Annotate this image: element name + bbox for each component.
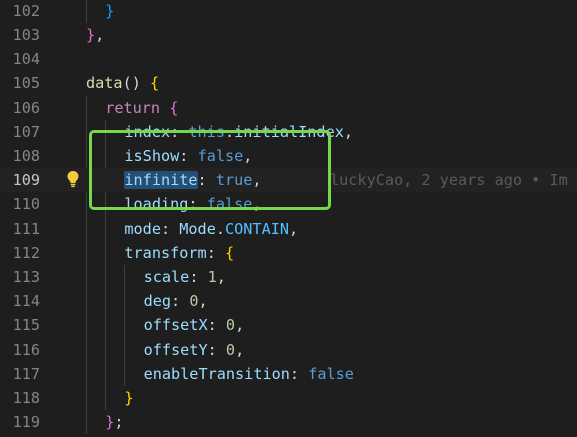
code-token: data <box>86 74 123 93</box>
line-number[interactable]: 106 <box>0 96 40 120</box>
line-number[interactable]: 102 <box>0 0 40 23</box>
code-token: return <box>105 98 161 117</box>
line-number[interactable]: 110 <box>0 192 40 216</box>
code-token: { <box>224 243 235 262</box>
code-line[interactable]: 102} <box>0 0 577 23</box>
line-number[interactable]: 118 <box>0 386 40 410</box>
code-token: : <box>207 340 226 359</box>
code-text[interactable]: deg: 0, <box>144 289 208 313</box>
code-token: , <box>343 122 354 141</box>
lightbulb-icon[interactable] <box>66 170 80 188</box>
line-number[interactable]: 112 <box>0 241 40 265</box>
code-token: : <box>171 292 190 311</box>
code-token: , <box>235 316 245 335</box>
code-token: . <box>215 219 225 238</box>
code-text[interactable]: data() { <box>86 71 159 95</box>
line-number[interactable]: 115 <box>0 313 40 337</box>
code-token: { <box>150 74 160 93</box>
line-number[interactable]: 107 <box>0 120 40 144</box>
code-text[interactable]: enableTransition: false <box>144 362 354 386</box>
code-line[interactable]: 112 transform: { <box>0 241 577 265</box>
code-text[interactable]: scale: 1, <box>144 265 226 289</box>
code-token: offsetY <box>143 340 208 359</box>
code-token: 0 <box>225 316 236 335</box>
code-token: 1 <box>207 268 217 286</box>
code-token: 0 <box>225 340 236 359</box>
line-number[interactable]: 119 <box>0 410 40 434</box>
line-number[interactable]: 117 <box>0 362 40 386</box>
line-number[interactable]: 105 <box>0 71 40 95</box>
code-token: } <box>86 26 96 44</box>
code-text[interactable]: offsetY: 0, <box>144 338 245 362</box>
code-token: : <box>289 364 309 383</box>
line-number[interactable]: 108 <box>0 144 40 168</box>
code-line[interactable]: 116 offsetY: 0, <box>0 338 577 362</box>
code-line[interactable]: 119}; <box>0 410 577 434</box>
code-token: , <box>235 340 245 359</box>
code-token: , <box>95 26 105 44</box>
code-line[interactable]: 111 mode: Mode.CONTAIN, <box>0 217 577 241</box>
code-line[interactable]: 118} <box>0 386 577 410</box>
code-line[interactable]: 114 deg: 0, <box>0 289 577 313</box>
code-line[interactable]: 113 scale: 1, <box>0 265 577 289</box>
code-token: () <box>122 74 151 93</box>
line-number[interactable]: 109 <box>0 168 40 192</box>
code-token: , <box>216 268 226 286</box>
line-number[interactable]: 111 <box>0 217 40 241</box>
line-number[interactable]: 116 <box>0 338 40 362</box>
code-token: ; <box>114 413 124 432</box>
code-token: Mode <box>179 219 216 238</box>
code-token: : <box>189 268 208 286</box>
code-line[interactable]: 115 offsetX: 0, <box>0 313 577 337</box>
code-token: } <box>105 1 115 20</box>
code-token: : <box>160 219 180 238</box>
code-token: offsetX <box>143 316 208 335</box>
code-token: enableTransition <box>143 364 290 383</box>
code-token: : <box>207 316 226 335</box>
line-number[interactable]: 113 <box>0 265 40 289</box>
code-text[interactable]: }; <box>105 410 123 434</box>
code-text[interactable]: transform: { <box>124 241 234 265</box>
code-text[interactable]: } <box>124 386 133 410</box>
line-number[interactable]: 104 <box>0 47 40 71</box>
code-text[interactable]: } <box>105 0 114 23</box>
code-token: } <box>105 413 115 432</box>
code-editor[interactable]: 102} 103}, 104 105 data() {106 return {107 ind… <box>0 0 577 437</box>
code-token: } <box>124 389 134 407</box>
code-token: { <box>169 98 179 117</box>
code-token: : <box>206 243 225 262</box>
code-line[interactable]: 106 return { <box>0 96 577 120</box>
code-text[interactable]: mode: Mode.CONTAIN, <box>124 217 298 241</box>
code-token: false <box>308 364 354 383</box>
code-token: scale <box>143 268 190 286</box>
code-text[interactable]: return { <box>105 96 178 120</box>
code-text[interactable]: offsetX: 0, <box>144 313 245 337</box>
code-token: transform <box>124 243 207 262</box>
line-number[interactable]: 103 <box>0 23 40 47</box>
git-blame-annotation: luckyCao, 2 years ago • Im <box>330 171 568 190</box>
line-number[interactable]: 114 <box>0 289 40 313</box>
code-token: , <box>289 219 299 238</box>
code-line[interactable]: 117 enableTransition: false <box>0 362 577 386</box>
code-token: , <box>198 292 208 311</box>
code-line[interactable]: 103}, <box>0 23 577 47</box>
code-line[interactable]: 104 <box>0 47 577 71</box>
code-token: mode <box>124 219 161 238</box>
highlight-annotation-box <box>89 130 331 210</box>
code-token: CONTAIN <box>225 219 290 238</box>
code-token: deg <box>143 292 172 311</box>
code-text[interactable]: }, <box>86 23 104 47</box>
code-line[interactable]: 105 data() { <box>0 71 577 95</box>
